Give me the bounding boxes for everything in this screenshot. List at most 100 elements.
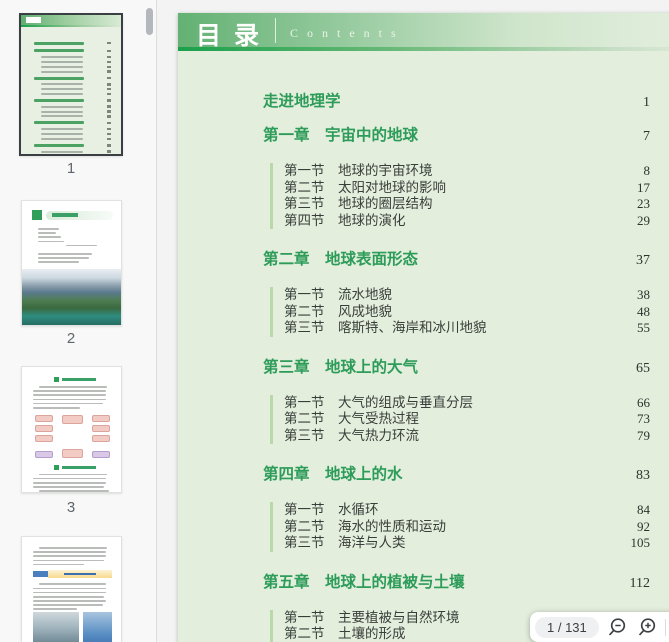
mini-chapter-line [34, 49, 111, 52]
mini-section-line [34, 150, 111, 153]
mini-section-line [34, 105, 111, 108]
mini-chapter-line [34, 99, 111, 102]
toc-section-row-page: 8 [644, 163, 651, 180]
mini-section-line [34, 138, 111, 141]
toc-section-row-title: 第一节 主要植被与自然环境 [284, 610, 460, 627]
toc-section-row: 第一节 大气的组成与垂直分层 66 [284, 395, 650, 412]
toc-chapter-row-title: 第四章 地球上的水 [263, 466, 403, 484]
toc-section-group: 第一节 大气的组成与垂直分层66第二节 大气受热过程73第三节 大气热力环流79 [270, 395, 650, 445]
title-banner-decoration [46, 211, 113, 220]
pdf-page: 目录 Contents 走进地理学1 第一章 宇宙中的地球 7 第一节 地球的宇宙环境… [178, 13, 669, 642]
toc-list: 走进地理学1 第一章 宇宙中的地球 7 第一节 地球的宇宙环境 8第二节 太阳对地球的影… [178, 51, 669, 642]
toc-section-row-title: 第三节 地球的圈层结构 [284, 196, 433, 213]
mini-section-line [34, 128, 111, 131]
thumbnail-page-number: 3 [0, 499, 142, 516]
toc-section-row-title: 第一节 流水地貌 [284, 287, 392, 304]
photos-decoration [33, 612, 112, 642]
mini-section-line [34, 88, 111, 91]
toc-section-row-page: 84 [637, 502, 650, 519]
pdf-toolbar: 1 / 131 ⋯ [530, 612, 669, 642]
toc-section-group: 第一节 地球的宇宙环境8第二节 太阳对地球的影响17第三节 地球的圈层结构23第… [270, 163, 650, 229]
toc-section-row-page: 92 [637, 519, 650, 536]
landscape-photo-decoration [22, 269, 121, 325]
toc-section-row-title: 第四节 地球的演化 [284, 213, 406, 230]
reading-box-decoration [33, 570, 112, 578]
mini-toc-rows [21, 27, 121, 156]
mini-section-line [34, 56, 111, 59]
toc-section-row: 第二节 大气受热过程73 [284, 411, 650, 428]
toc-section-row-page: 23 [637, 196, 650, 213]
toc-chapter-row: 第四章 地球上的水83 [263, 466, 650, 485]
toc-section-row-page: 17 [637, 180, 650, 197]
toc-section-row-title: 第一节 水循环 [284, 502, 379, 519]
mini-section-line [34, 133, 111, 136]
toc-section-row-title: 第一节 大气的组成与垂直分层 [284, 395, 473, 412]
toc-section-row-title: 第二节 土壤的形成 [284, 626, 406, 642]
sidebar-scrollbar-thumb[interactable] [146, 8, 153, 35]
toc-section-group: 第一节 水循环84第二节 海水的性质和运动92第三节 海洋与人类105 [270, 502, 650, 552]
toc-section-row: 第四节 地球的演化 29 [284, 213, 650, 230]
toc-section-row: 第三节 喀斯特、海岸和冰川地貌55 [284, 320, 650, 337]
toc-chapter-row: 第三章 地球上的大气65 [263, 359, 650, 378]
thumbnail-page-number: 1 [0, 160, 142, 177]
mini-toc-header [21, 15, 121, 25]
mini-chapter-line [34, 144, 111, 147]
green-square-decoration [32, 210, 42, 220]
toc-chapter-row-page: 37 [636, 252, 650, 270]
text-lines-decoration [38, 228, 107, 263]
toc-chapter-row-page: 65 [636, 360, 650, 378]
toc-section-row-page: 48 [637, 304, 650, 321]
page-thumbnail-1[interactable] [19, 13, 123, 156]
thumbnail-preview-toc [21, 15, 121, 156]
toc-section-row-title: 第三节 大气热力环流 [284, 428, 419, 445]
toc-section-row: 第二节 太阳对地球的影响17 [284, 180, 650, 197]
toc-chapter-row-page: 112 [630, 575, 650, 593]
zoom-out-button[interactable] [605, 615, 629, 639]
thumbnail-preview-reading [22, 537, 121, 642]
toc-section-row-title: 第二节 风成地貌 [284, 304, 392, 321]
mini-section-line [34, 110, 111, 113]
mini-section-line [34, 155, 111, 156]
pdf-viewer-main: 目录 Contents 走进地理学1 第一章 宇宙中的地球 7 第一节 地球的宇宙环境… [157, 0, 669, 642]
thumbnail-page-number: 2 [0, 330, 142, 347]
thumbnail-preview-diagram [22, 367, 121, 493]
zoom-in-button[interactable] [635, 615, 659, 639]
header-divider [275, 18, 276, 43]
toc-title-cn: 目录 [196, 16, 272, 52]
toc-title-en: Contents [290, 26, 405, 41]
mini-section-line [34, 83, 111, 86]
toc-chapter-row-title: 第一章 宇宙中的地球 [263, 127, 418, 145]
thumbnail-preview-intro [22, 210, 121, 289]
toc-page-header: 目录 Contents [178, 13, 669, 47]
zoom-out-icon [606, 616, 628, 638]
mini-chapter-line [34, 77, 111, 80]
flowchart-decoration [35, 415, 110, 458]
toc-intro-row: 走进地理学1 [263, 93, 650, 112]
toc-section-row: 第二节 风成地貌 48 [284, 304, 650, 321]
mini-chapter-line [34, 121, 111, 124]
toc-section-row-title: 第一节 地球的宇宙环境 [284, 163, 433, 180]
zoom-in-icon [636, 616, 658, 638]
toc-intro-row-title: 走进地理学 [263, 93, 341, 111]
toc-chapter-row-title: 第二章 地球表面形态 [263, 251, 418, 269]
thumbnail-sidebar: 1 2 [0, 0, 157, 642]
page-indicator[interactable]: 1 / 131 [535, 617, 599, 638]
toc-section-row-title: 第二节 大气受热过程 [284, 411, 419, 428]
toc-chapter-row-title: 第五章 地球上的植被与土壤 [263, 574, 465, 592]
toolbar-divider [665, 619, 666, 636]
toc-section-row: 第一节 水循环 84 [284, 502, 650, 519]
toc-chapter-row-page: 7 [643, 128, 650, 146]
toc-section-row-page: 29 [637, 213, 650, 230]
toc-section-row: 第一节 地球的宇宙环境 8 [284, 163, 650, 180]
page-thumbnail-2[interactable] [21, 200, 122, 326]
mini-section-line [34, 115, 111, 118]
mini-chapter-line [34, 42, 111, 45]
toc-section-row-page: 38 [637, 287, 650, 304]
mini-section-line [34, 93, 111, 96]
toc-section-row-page: 66 [637, 395, 650, 412]
page-thumbnail-4[interactable] [21, 536, 122, 642]
toc-section-row: 第三节 地球的圈层结构 23 [284, 196, 650, 213]
page-thumbnail-3[interactable] [21, 366, 122, 493]
toc-section-row-title: 第三节 喀斯特、海岸和冰川地貌 [284, 320, 487, 337]
toc-section-row-page: 105 [631, 535, 651, 552]
